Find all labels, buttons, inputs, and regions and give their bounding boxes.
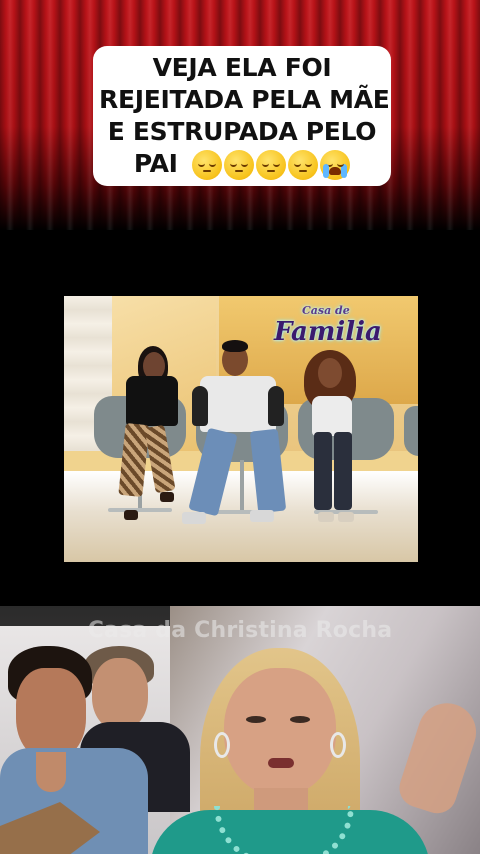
audience-boy-neck	[36, 752, 66, 792]
caption-line-4: PAI	[99, 148, 385, 180]
host-mouth	[268, 758, 294, 768]
chair-base	[240, 460, 244, 510]
pensive-face-icon	[192, 150, 223, 180]
emoji-row	[192, 150, 351, 180]
earring-icon	[214, 732, 230, 758]
chair	[404, 406, 418, 456]
caption-line-4-text: PAI	[133, 149, 178, 178]
earring-icon	[330, 732, 346, 758]
host-face	[224, 668, 336, 796]
loudly-crying-face-icon	[320, 150, 351, 180]
host-eye	[246, 716, 266, 723]
caption-bubble: VEJA ELA FOI REJEITADA PELA MÃE E ESTRUP…	[93, 46, 391, 186]
chair-foot	[108, 508, 172, 512]
show-logo-small: Casa de	[302, 304, 350, 317]
host-dress-lace	[214, 806, 354, 854]
host-eye	[290, 716, 310, 723]
caption-line-3: E ESTRUPADA PELO	[107, 117, 377, 146]
video-clip-frame[interactable]: Casa de Familia	[64, 296, 418, 562]
pensive-face-icon	[256, 150, 287, 180]
caption-line-2: REJEITADA PELA MÃE	[99, 85, 390, 114]
pensive-face-icon	[288, 150, 319, 180]
watermark-text: Casa da Christina Rocha	[87, 618, 393, 643]
host-video-clip[interactable]: Casa da Christina Rocha	[0, 606, 480, 854]
pensive-face-icon	[224, 150, 255, 180]
show-logo-big: Familia	[274, 317, 382, 347]
caption-line-1: VEJA ELA FOI	[152, 53, 332, 82]
audience-boy-face	[16, 668, 86, 760]
audience-woman-face	[92, 658, 148, 730]
